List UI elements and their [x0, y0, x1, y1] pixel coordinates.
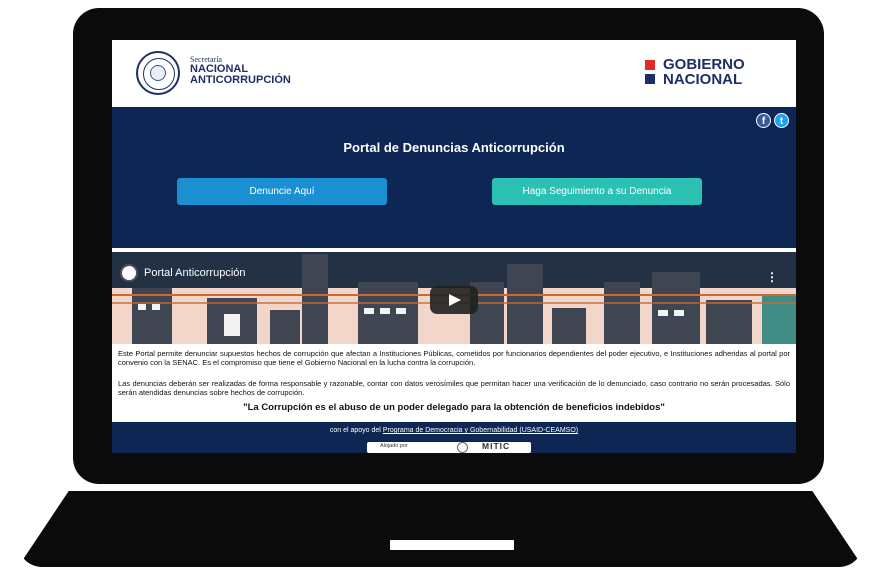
denuncie-aqui-button[interactable]: Denuncie Aquí: [177, 178, 387, 205]
facebook-icon[interactable]: f: [756, 113, 771, 128]
building: [302, 254, 328, 344]
gobierno-red-square-icon: [645, 60, 655, 70]
play-button-icon[interactable]: [430, 286, 478, 314]
channel-logo-icon[interactable]: [120, 264, 138, 282]
intro-paragraph: Este Portal permite denunciar supuestos …: [118, 349, 790, 367]
laptop-slot: [390, 540, 514, 550]
building: [706, 300, 752, 344]
building: [270, 310, 300, 344]
gob-line1: GOBIERNO: [663, 56, 745, 73]
requirements-paragraph: Las denuncias deberán ser realizadas de …: [118, 379, 790, 397]
window: [138, 304, 146, 310]
window: [152, 304, 160, 310]
building: [132, 288, 172, 344]
window: [224, 314, 240, 336]
senac-line2: ANTICORRUPCIÓN: [190, 74, 291, 86]
window: [658, 310, 668, 316]
hosted-by-label: Alojado por: [380, 443, 408, 449]
seguimiento-button[interactable]: Haga Seguimiento a su Denuncia: [492, 178, 702, 205]
building: [552, 308, 586, 344]
laptop-screen: Secretaría NACIONAL ANTICORRUPCIÓN GOBIE…: [112, 40, 796, 453]
building: [507, 264, 543, 344]
corruption-quote: "La Corrupción es el abuso de un poder d…: [243, 402, 665, 413]
support-line: con el apoyo del Programa de Democracia …: [112, 427, 796, 434]
support-prefix: con el apoyo del: [329, 427, 381, 434]
mitic-name: MITIC: [482, 441, 511, 451]
twitter-icon[interactable]: t: [774, 113, 789, 128]
window: [396, 308, 406, 314]
gobierno-blue-square-icon: [645, 74, 655, 84]
video-player[interactable]: Portal Anticorrupción ⋮: [112, 252, 796, 344]
building: [604, 282, 640, 344]
window: [674, 310, 684, 316]
building: [652, 272, 700, 344]
site-header: Secretaría NACIONAL ANTICORRUPCIÓN GOBIE…: [112, 40, 796, 107]
support-link[interactable]: Programa de Democracia y Gobernabilidad …: [383, 427, 578, 434]
more-options-icon[interactable]: ⋮: [766, 270, 778, 284]
mitic-logo-icon: [457, 442, 468, 453]
senac-seal-icon: [136, 51, 180, 95]
portal-title: Portal de Denuncias Anticorrupción: [343, 140, 565, 155]
senac-name[interactable]: NACIONAL ANTICORRUPCIÓN: [190, 64, 291, 86]
window: [380, 308, 390, 314]
gob-line2: NACIONAL: [663, 71, 743, 88]
gobierno-nacional-logo[interactable]: GOBIERNO NACIONAL: [663, 57, 745, 87]
video-title[interactable]: Portal Anticorrupción: [144, 267, 246, 279]
window: [364, 308, 374, 314]
laptop-base: [18, 491, 863, 567]
